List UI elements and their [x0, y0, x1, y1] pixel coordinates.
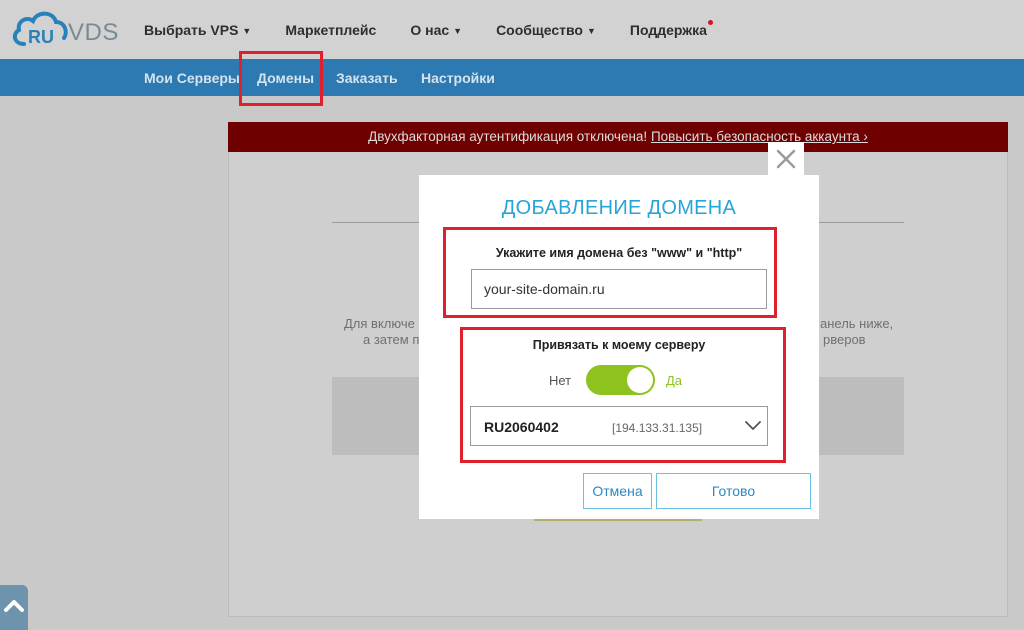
- sub-nav: Мои Серверы Домены Заказать Настройки: [0, 59, 1024, 96]
- main-nav: Выбрать VPS ▼ Маркетплейс О нас ▼ Сообщест…: [144, 20, 741, 38]
- site-logo[interactable]: RU VDS: [10, 6, 118, 50]
- highlight-bind-server: [460, 327, 786, 463]
- modal-title: ДОБАВЛЕНИЕ ДОМЕНА: [501, 197, 737, 219]
- bg-text-line1-right: анель ниже,: [820, 316, 894, 331]
- two-factor-alert: Двухфакторная аутентификация отключена! …: [228, 122, 1008, 152]
- top-header: RU VDS Выбрать VPS ▼ Маркетплейс О нас ▼ С…: [0, 0, 1024, 59]
- nav-item-marketplace[interactable]: Маркетплейс: [285, 22, 376, 38]
- alert-text: Двухфакторная аутентификация отключена!: [368, 129, 648, 144]
- notification-dot: [707, 20, 713, 25]
- cancel-button[interactable]: Отмена: [583, 473, 652, 509]
- subnav-item-order[interactable]: Заказать: [336, 70, 398, 86]
- nav-item-about[interactable]: О нас ▼: [410, 22, 462, 38]
- scroll-top-button[interactable]: [0, 585, 28, 630]
- logo-ru-text: RU: [28, 27, 54, 47]
- caret-down-icon: ▼: [242, 26, 252, 36]
- logo-vds-text: VDS: [68, 19, 119, 46]
- subnav-item-my-servers[interactable]: Мои Серверы: [144, 70, 240, 86]
- confirm-button[interactable]: Готово: [656, 473, 811, 509]
- close-icon: [776, 149, 796, 169]
- nav-item-support[interactable]: Поддержка: [630, 20, 713, 38]
- nav-item-community[interactable]: Сообщество ▼: [496, 22, 596, 38]
- bg-text-line1-left: Для включе: [344, 316, 415, 331]
- caret-down-icon: ▼: [453, 26, 463, 36]
- bg-text-line2-right: рверов: [823, 332, 866, 347]
- chevron-up-icon: [4, 600, 24, 612]
- nav-item-vps[interactable]: Выбрать VPS ▼: [144, 22, 251, 38]
- highlight-domain-field: [443, 227, 777, 318]
- highlight-domains-tab: [239, 51, 323, 106]
- cloud-logo-icon: RU: [12, 11, 68, 47]
- caret-down-icon: ▼: [586, 26, 596, 36]
- modal-close-button[interactable]: [768, 142, 804, 176]
- subnav-item-settings[interactable]: Настройки: [421, 70, 495, 86]
- alert-security-link[interactable]: Повысить безопасность аккаунта ›: [651, 129, 868, 144]
- bg-text-line2-left: а затем п: [363, 332, 420, 347]
